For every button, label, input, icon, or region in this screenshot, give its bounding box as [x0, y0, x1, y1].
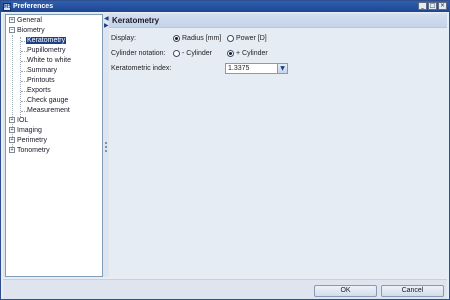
collapse-left-icon[interactable]: ◀: [104, 15, 109, 22]
panel-title: Keratometry: [112, 16, 160, 25]
tree-item-label: General: [17, 17, 42, 24]
tree-item-label: Summary: [27, 67, 57, 74]
panel-header: Keratometry: [109, 14, 447, 28]
radio-selected-icon[interactable]: [227, 50, 234, 57]
tree-item-label: Biometry: [17, 27, 45, 34]
radio-label: Power [D]: [236, 35, 267, 42]
radio-label: - Cylinder: [182, 50, 212, 57]
tree-item-label: White to white: [27, 57, 71, 64]
expand-icon[interactable]: +: [9, 117, 15, 124]
display-power-radio[interactable]: Power [D]: [227, 35, 267, 42]
dialog-footer: OK Cancel: [3, 279, 447, 299]
tree-item-white-to-white[interactable]: White to white: [27, 56, 71, 66]
tree-item-label: Pupillometry: [27, 47, 66, 54]
tree-item-label: Exports: [27, 87, 51, 94]
select-value: 1.3375: [228, 65, 250, 72]
tree-item-label: IOL: [17, 117, 29, 124]
tree-item-label: Check gauge: [27, 97, 69, 104]
cylinder-plus-radio[interactable]: + Cylinder: [227, 50, 268, 57]
keratometric-index-select[interactable]: 1.3375 ▼: [225, 63, 288, 74]
tree-item-label: Tonometry: [17, 147, 50, 154]
radio-unselected-icon[interactable]: [227, 35, 234, 42]
tree-item-exports[interactable]: Exports: [27, 86, 51, 96]
collapse-icon[interactable]: −: [9, 27, 15, 34]
app-icon: HS: [3, 2, 12, 11]
content-area: + General − Biometry Keratometry Pupillome…: [3, 13, 447, 277]
minimize-button[interactable]: _: [418, 2, 427, 10]
expand-icon[interactable]: +: [9, 127, 15, 134]
tree-item-measurement[interactable]: Measurement: [27, 106, 70, 116]
tree-item-label: Keratometry: [26, 37, 67, 44]
tree-item-biometry[interactable]: − Biometry: [9, 26, 45, 36]
tree-item-printouts[interactable]: Printouts: [27, 76, 55, 86]
preferences-window: HS Preferences _ □ × + General − Biometry …: [0, 0, 450, 300]
tree-item-imaging[interactable]: + Imaging: [9, 126, 42, 136]
radio-selected-icon[interactable]: [173, 35, 180, 42]
tree-item-label: Imaging: [17, 127, 42, 134]
tree-item-tonometry[interactable]: + Tonometry: [9, 146, 50, 156]
preferences-tree[interactable]: + General − Biometry Keratometry Pupillome…: [5, 14, 103, 277]
tree-item-pupillometry[interactable]: Pupillometry: [27, 46, 66, 56]
radio-label: Radius [mm]: [182, 35, 222, 42]
expand-icon[interactable]: +: [9, 17, 15, 24]
ok-button[interactable]: OK: [314, 285, 377, 297]
keratometry-panel: Keratometry Display: Radius [mm] Power […: [109, 14, 447, 277]
tree-item-perimetry[interactable]: + Perimetry: [9, 136, 47, 146]
close-button[interactable]: ×: [438, 2, 447, 10]
tree-item-label: Measurement: [27, 107, 70, 114]
cylinder-notation-label: Cylinder notation:: [111, 50, 166, 57]
tree-item-iol[interactable]: + IOL: [9, 116, 28, 126]
chevron-down-icon[interactable]: ▼: [277, 64, 287, 73]
maximize-button[interactable]: □: [428, 2, 437, 10]
radio-unselected-icon[interactable]: [173, 50, 180, 57]
window-controls: _ □ ×: [418, 2, 447, 10]
tree-connector: [20, 37, 21, 117]
radio-label: + Cylinder: [236, 50, 268, 57]
tree-item-general[interactable]: + General: [9, 16, 42, 26]
collapse-right-icon[interactable]: ▶: [104, 22, 109, 29]
tree-item-label: Perimetry: [17, 137, 47, 144]
display-radius-radio[interactable]: Radius [mm]: [173, 35, 221, 42]
tree-item-keratometry[interactable]: Keratometry: [26, 36, 67, 46]
splitter-grip-icon[interactable]: [105, 142, 107, 152]
cylinder-minus-radio[interactable]: - Cylinder: [173, 50, 212, 57]
title-bar[interactable]: HS Preferences _ □ ×: [1, 1, 449, 12]
expand-icon[interactable]: +: [9, 147, 15, 154]
expand-icon[interactable]: +: [9, 137, 15, 144]
window-title: Preferences: [13, 3, 54, 10]
tree-item-summary[interactable]: Summary: [27, 66, 57, 76]
cancel-button[interactable]: Cancel: [381, 285, 444, 297]
display-label: Display:: [111, 35, 136, 42]
tree-item-check-gauge[interactable]: Check gauge: [27, 96, 68, 106]
tree-item-label: Printouts: [27, 77, 55, 84]
keratometric-index-label: Keratometric index:: [111, 65, 172, 72]
